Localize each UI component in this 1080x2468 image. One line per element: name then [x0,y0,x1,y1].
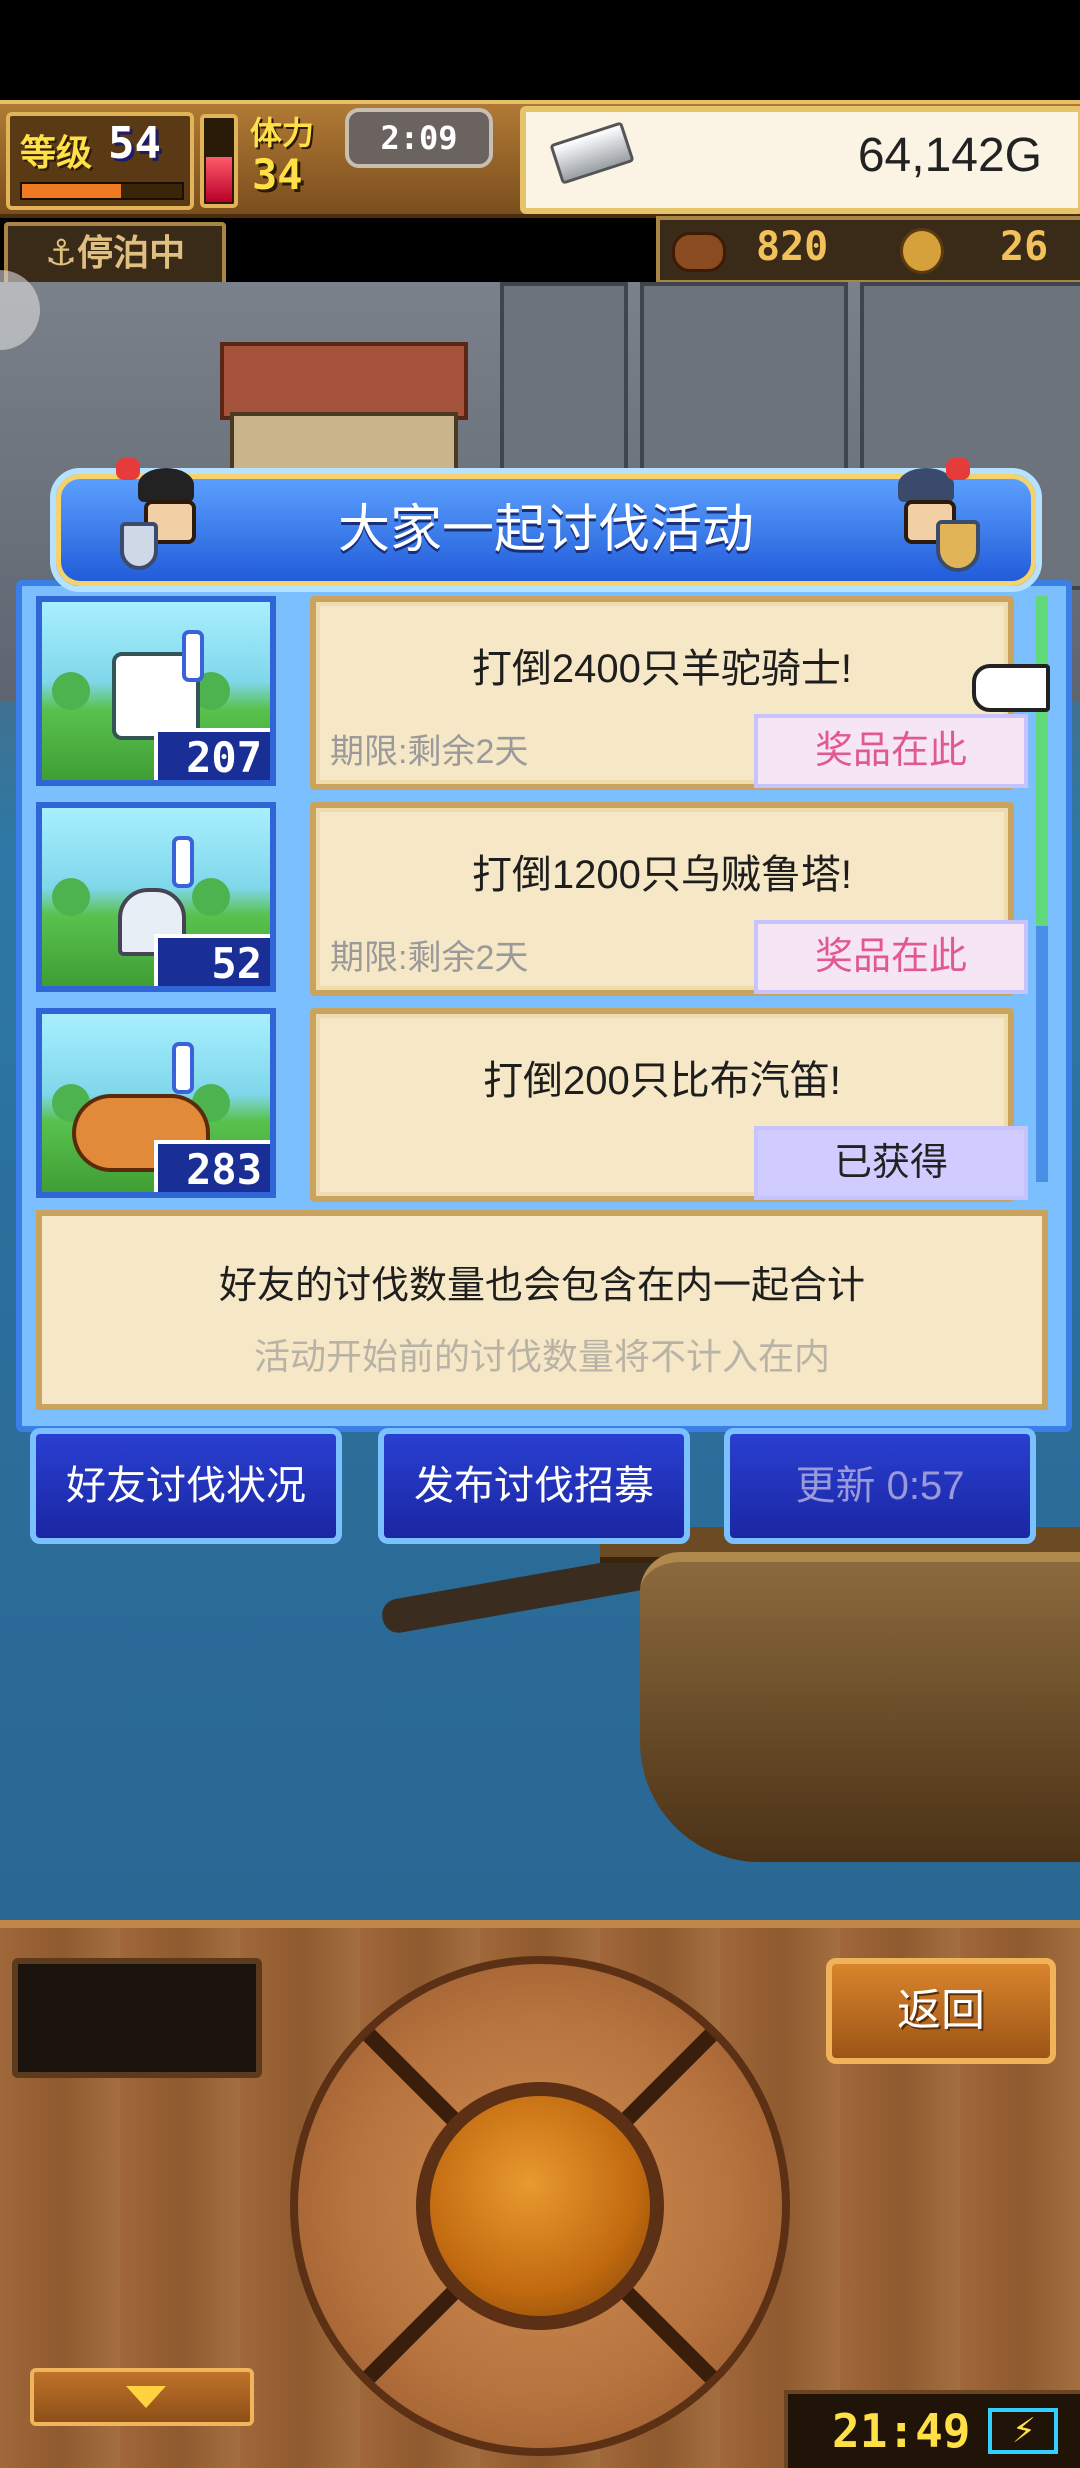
stamina-gauge-fill [206,156,232,202]
gold-box: 64,142G [520,106,1080,214]
quest-title: 打倒2400只羊驼骑士! [471,647,853,691]
medal-count: 26 [1000,224,1049,270]
info-text-primary: 好友的讨伐数量也会包含在内一起合计 [218,1265,865,1307]
friends-status-button[interactable]: 好友讨伐状况 [30,1428,342,1544]
stamina-timer: 2:09 [345,108,493,168]
quest-title: 打倒200只比布汽笛! [483,1059,841,1103]
docked-status-badge: ⚓停泊中 [4,222,226,286]
arrow-down-icon [126,2386,166,2408]
level-box: 等级 54 [6,112,194,210]
hand-pointer-icon [972,664,1050,712]
menu-toggle-button[interactable] [30,2368,254,2426]
stamina-value: 34 [252,150,303,199]
level-value: 54 [108,118,161,169]
quest-card: 打倒2400只羊驼骑士! 期限:剩余2天 奖品在此 [310,596,1028,790]
event-panel: 207 打倒2400只羊驼骑士! 期限:剩余2天 奖品在此 52 打倒1200只… [16,580,1072,1432]
control-panel: 返回 21:49 ⚡ [0,1920,1080,2468]
claimed-button[interactable]: 已获得 [754,1126,1028,1200]
panel-title-bar: 大家一起讨伐活动 [50,458,1042,592]
quest-kill-count: 52 [154,934,270,988]
quest-deadline: 期限:剩余2天 [330,733,529,771]
quest-kill-count: 207 [154,728,270,782]
quest-deadline: 期限:剩余2天 [330,939,529,977]
exclamation-icon [172,1042,194,1094]
avatar-plume [116,458,140,480]
meat-count: 820 [756,224,829,270]
exp-bar [20,182,184,200]
quest-card: 打倒200只比布汽笛! 已获得 [310,1008,1028,1202]
dpad-center-button[interactable] [416,2082,664,2330]
knight-avatar [886,458,980,572]
quest-title: 打倒1200只乌贼鲁塔! [471,853,853,897]
quest-monster-thumbnail: 283 [36,1008,276,1198]
avatar-plume [946,458,970,480]
mini-screen [12,1958,262,2078]
anchor-icon: ⚓ [44,233,78,274]
docked-status-text: 停泊中 [77,233,186,274]
prize-button[interactable]: 奖品在此 [754,714,1028,788]
quest-row: 52 打倒1200只乌贼鲁塔! 期限:剩余2天 奖品在此 [36,802,1040,1000]
avatar-hat [138,468,194,502]
shield-icon [936,520,980,572]
tree-decoration [52,672,90,710]
quest-monster-thumbnail: 52 [36,802,276,992]
quest-row: 207 打倒2400只羊驼骑士! 期限:剩余2天 奖品在此 [36,596,1040,794]
top-hud: 等级 54 体力 34 2:09 64,142G [0,100,1080,218]
quest-card: 打倒1200只乌贼鲁塔! 期限:剩余2天 奖品在此 [310,802,1028,996]
back-button[interactable]: 返回 [826,1958,1056,2064]
level-label: 等级 [20,133,93,174]
exclamation-icon [172,836,194,888]
house-roof [220,342,468,420]
shield-icon [120,522,158,570]
lightning-icon: ⚡ [1012,2411,1036,2451]
ship-hull [640,1552,1080,1862]
pirate-captain-avatar [116,458,206,570]
medal-icon [900,228,944,274]
resource-bar: 820 26 [656,216,1080,284]
quest-kill-count: 283 [154,1140,270,1194]
info-text-secondary: 活动开始前的讨伐数量将不计入在内 [253,1336,830,1377]
stamina-gauge [200,114,238,208]
gold-value: 64,142G [857,129,1042,182]
silver-bar-icon [549,121,635,185]
battery-icon: ⚡ [988,2408,1058,2454]
stamina-label: 体力 [250,114,315,152]
info-box: 好友的讨伐数量也会包含在内一起合计 活动开始前的讨伐数量将不计入在内 [36,1210,1048,1410]
exp-bar-fill [22,184,122,198]
meat-icon [672,232,726,272]
clock-box: 21:49 ⚡ [784,2390,1080,2468]
refresh-button[interactable]: 更新 0:57 [724,1428,1036,1544]
quest-row: 283 打倒200只比布汽笛! 已获得 [36,1008,1040,1206]
clock-time: 21:49 [832,2404,971,2458]
tree-decoration [192,878,230,916]
prize-button[interactable]: 奖品在此 [754,920,1028,994]
exclamation-icon [182,630,204,682]
tree-decoration [52,878,90,916]
quest-monster-thumbnail: 207 [36,596,276,786]
post-recruit-button[interactable]: 发布讨伐招募 [378,1428,690,1544]
